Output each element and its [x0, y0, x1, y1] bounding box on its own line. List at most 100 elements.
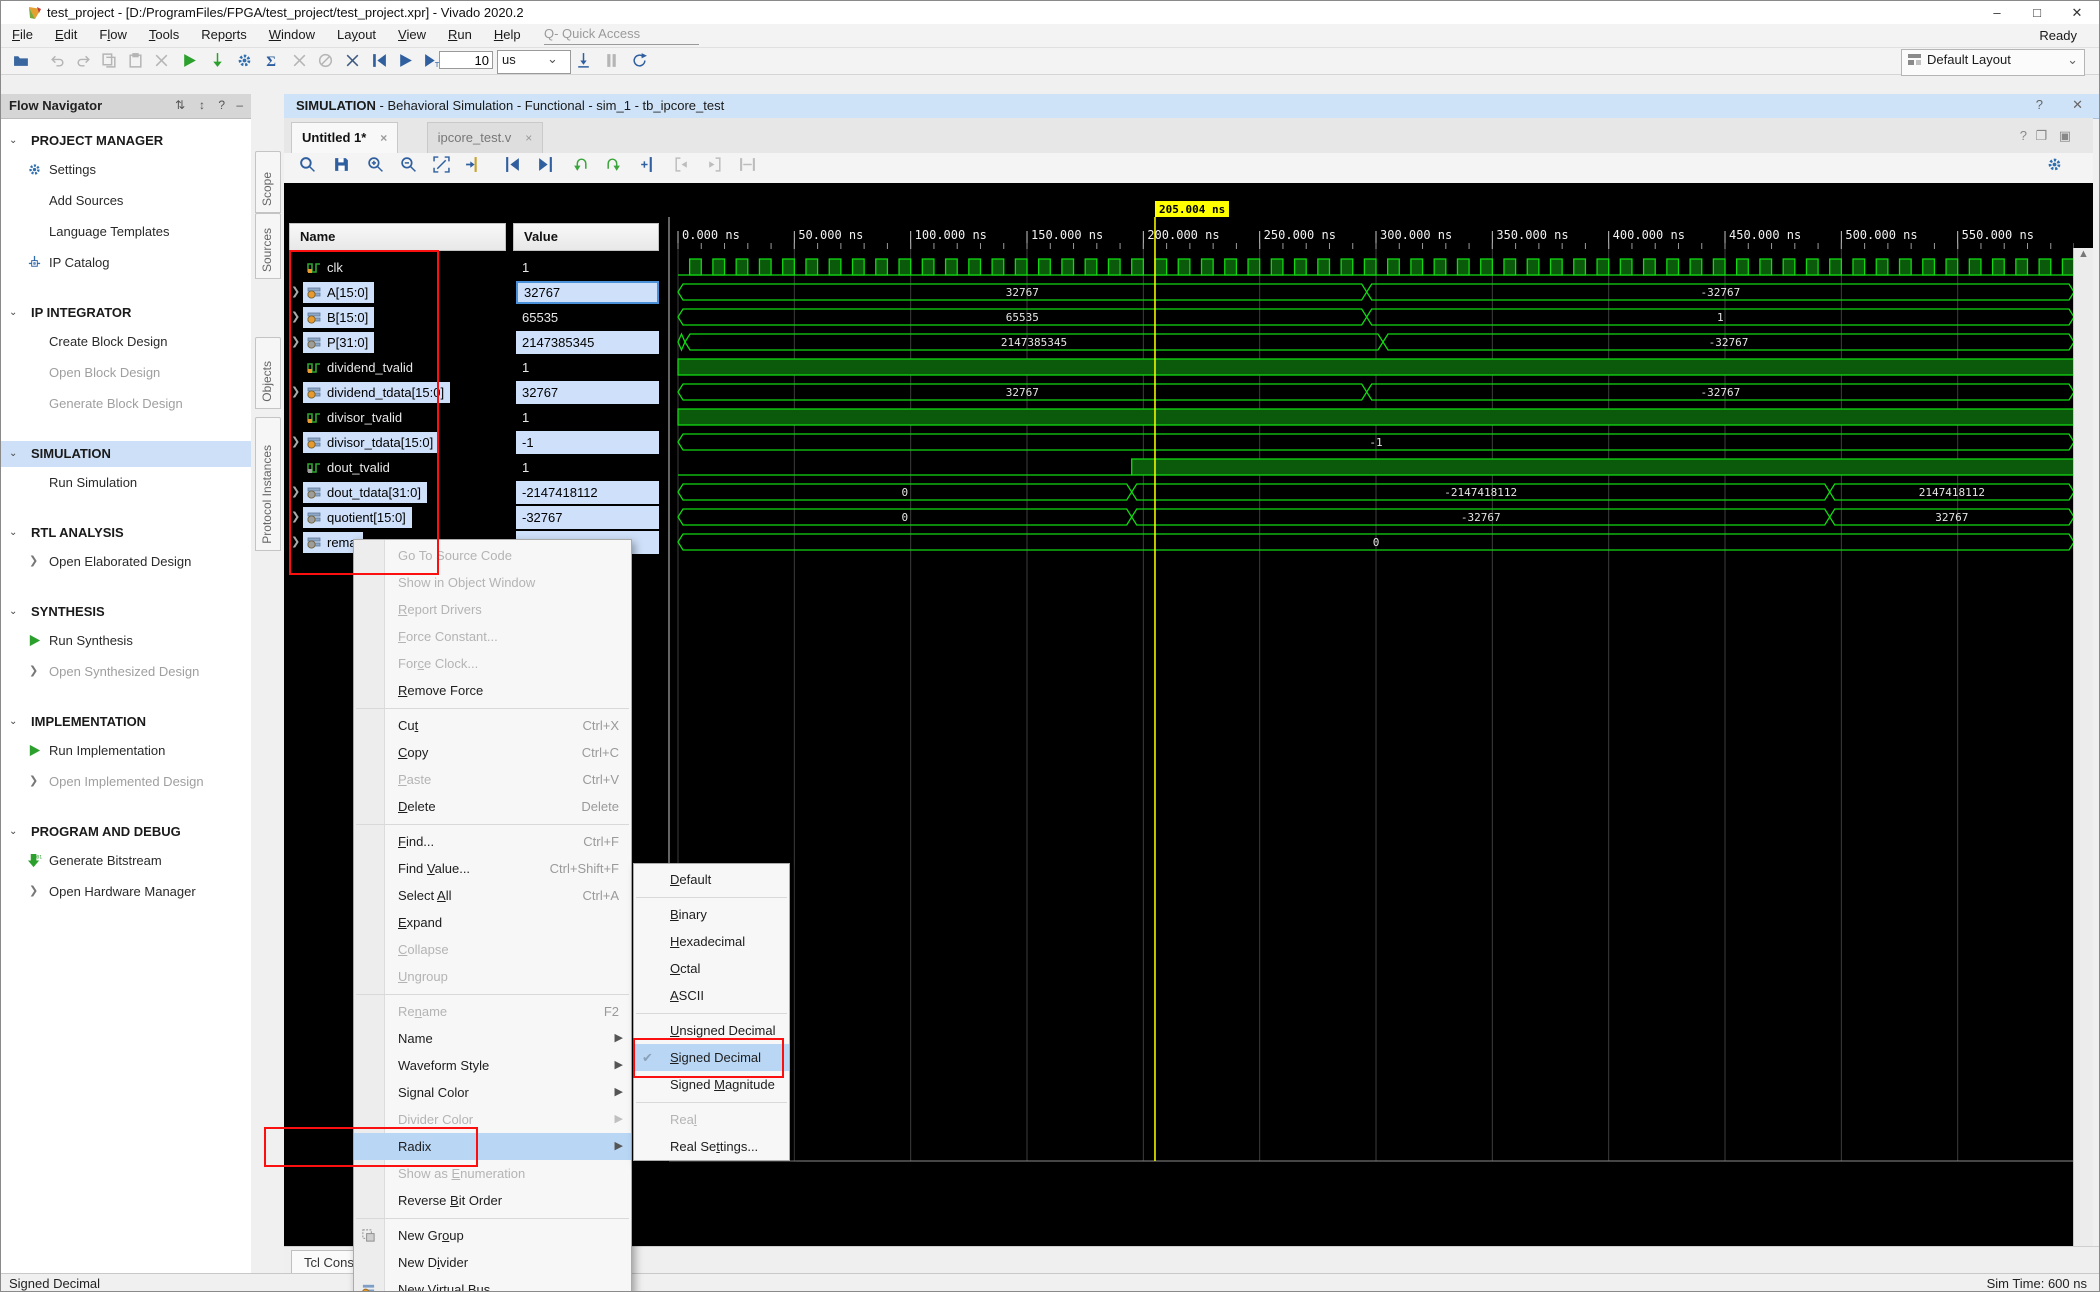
flow-item-ip-catalog[interactable]: IP Catalog	[1, 247, 251, 278]
signal-value[interactable]: 32767	[516, 281, 659, 304]
copy-button[interactable]	[97, 50, 121, 72]
signal-value[interactable]: 1	[516, 456, 659, 479]
signal-row-A-15-0-[interactable]: ❯A[15:0]	[289, 280, 506, 305]
menu-item-find-value-[interactable]: Find Value...Ctrl+Shift+F	[354, 855, 631, 882]
ban-button[interactable]	[313, 50, 337, 72]
menu-edit[interactable]: Edit	[44, 24, 88, 45]
settings-gear-button[interactable]	[232, 50, 256, 72]
zoom-in-button[interactable]	[362, 156, 388, 180]
side-tab-sources[interactable]: Sources	[255, 213, 281, 279]
expand-chevron-icon[interactable]: ❯	[291, 280, 300, 305]
radix-item-binary[interactable]: Binary	[634, 901, 789, 928]
menu-window[interactable]: Window	[258, 24, 326, 45]
expand-chevron-icon[interactable]: ❯	[291, 305, 300, 330]
minimize-button[interactable]: –	[1977, 3, 2017, 22]
quick-access-search[interactable]: Q- Quick Access	[544, 26, 699, 45]
layout-selector[interactable]: Default Layout ⌄	[1901, 49, 2085, 76]
menu-reports[interactable]: Reports	[190, 24, 258, 45]
flow-section-header[interactable]: ⌄SIMULATION	[1, 441, 251, 467]
signal-value[interactable]: 2147385345	[516, 331, 659, 354]
menu-item-reverse-bit-order[interactable]: Reverse Bit Order	[354, 1187, 631, 1214]
run-button[interactable]	[177, 50, 201, 72]
close-tab-icon[interactable]: ×	[380, 131, 387, 145]
swap-cursor-left-button[interactable]	[567, 156, 593, 180]
tab-ipcore-test-v[interactable]: ipcore_test.v×	[427, 122, 544, 153]
expand-chevron-icon[interactable]: ❯	[291, 505, 300, 530]
flow-item-generate-bitstream[interactable]: 01Generate Bitstream	[1, 845, 251, 876]
flow-item-open-synthesized-design[interactable]: ❯Open Synthesized Design	[1, 656, 251, 687]
signal-row-P-31-0-[interactable]: ❯P[31:0]	[289, 330, 506, 355]
flow-section-header[interactable]: ⌄RTL ANALYSIS	[1, 520, 251, 546]
flow-section-header[interactable]: ⌄IP INTEGRATOR	[1, 300, 251, 326]
menu-item-new-group[interactable]: New Group	[354, 1222, 631, 1249]
radix-item-octal[interactable]: Octal	[634, 955, 789, 982]
restart-sim-button[interactable]	[367, 50, 391, 72]
menu-item-radix[interactable]: Radix▶	[354, 1133, 631, 1160]
step-into-button[interactable]	[205, 50, 229, 72]
menu-item-select-all[interactable]: Select AllCtrl+A	[354, 882, 631, 909]
menu-help[interactable]: Help	[483, 24, 532, 45]
close-button[interactable]: ✕	[2057, 3, 2097, 22]
fit-markers-button[interactable]	[734, 156, 760, 180]
run-all-button[interactable]	[393, 50, 417, 72]
zoom-fit-button[interactable]	[428, 156, 454, 180]
signal-row-dout-tvalid[interactable]: dout_tvalid	[289, 455, 506, 480]
help-icon[interactable]: ?	[2036, 97, 2043, 112]
menu-item-new-divider[interactable]: New Divider	[354, 1249, 631, 1276]
flow-item-language-templates[interactable]: Language Templates	[1, 216, 251, 247]
flow-item-run-implementation[interactable]: Run Implementation	[1, 735, 251, 766]
signal-row-divisor-tdata-15-0-[interactable]: ❯divisor_tdata[15:0]	[289, 430, 506, 455]
radix-item-real-settings-[interactable]: Real Settings...	[634, 1133, 789, 1160]
collapse-all-icon[interactable]: ⇅	[175, 98, 185, 112]
sum-button[interactable]: Σ	[259, 50, 283, 72]
swap-cursor-right-button[interactable]	[600, 156, 626, 180]
open-folder-button[interactable]	[9, 50, 33, 72]
menu-view[interactable]: View	[387, 24, 437, 45]
flow-item-open-block-design[interactable]: Open Block Design	[1, 357, 251, 388]
flow-item-open-hardware-manager[interactable]: ❯Open Hardware Manager	[1, 876, 251, 907]
close-tab-icon[interactable]: ×	[525, 131, 532, 145]
expand-chevron-icon[interactable]: ❯	[291, 430, 300, 455]
signal-value[interactable]: 65535	[516, 306, 659, 329]
goto-start-button[interactable]	[668, 156, 694, 180]
zoom-out-button[interactable]	[395, 156, 421, 180]
signal-row-dividend-tvalid[interactable]: dividend_tvalid	[289, 355, 506, 380]
help-icon[interactable]: ?	[218, 98, 225, 112]
signal-value[interactable]: 32767	[516, 381, 659, 404]
flow-item-add-sources[interactable]: Add Sources	[1, 185, 251, 216]
menu-item-signal-color[interactable]: Signal Color▶	[354, 1079, 631, 1106]
next-transition-button[interactable]	[532, 156, 558, 180]
menu-tools[interactable]: Tools	[138, 24, 190, 45]
tab-untitled-1-[interactable]: Untitled 1*×	[291, 122, 398, 153]
goto-end-button[interactable]	[701, 156, 727, 180]
undo-button[interactable]	[45, 50, 69, 72]
flow-section-header[interactable]: ⌄PROGRAM AND DEBUG	[1, 819, 251, 845]
run-for-time-button[interactable]: T	[419, 50, 443, 72]
menu-item-expand[interactable]: Expand	[354, 909, 631, 936]
side-tab-protocol-instances[interactable]: Protocol Instances	[255, 417, 281, 551]
radix-item-signed-magnitude[interactable]: Signed Magnitude	[634, 1071, 789, 1098]
close-x-button[interactable]	[340, 50, 364, 72]
signal-row-dividend-tdata-15-0-[interactable]: ❯dividend_tdata[15:0]	[289, 380, 506, 405]
menu-layout[interactable]: Layout	[326, 24, 387, 45]
delete-button[interactable]	[149, 50, 173, 72]
signal-row-clk[interactable]: clk	[289, 255, 506, 280]
signal-row-dout-tdata-31-0-[interactable]: ❯dout_tdata[31:0]	[289, 480, 506, 505]
radix-item-signed-decimal[interactable]: ✔Signed Decimal	[634, 1044, 789, 1071]
paste-button[interactable]	[123, 50, 147, 72]
search-button[interactable]	[294, 156, 320, 180]
add-marker-button[interactable]	[633, 156, 659, 180]
relaunch-button[interactable]	[627, 50, 651, 72]
cancel-button[interactable]	[287, 50, 311, 72]
signal-row-quotient-15-0-[interactable]: ❯quotient[15:0]	[289, 505, 506, 530]
menu-item-remove-force[interactable]: Remove Force	[354, 677, 631, 704]
menu-item-name[interactable]: Name▶	[354, 1025, 631, 1052]
close-pane-icon[interactable]: ✕	[2072, 97, 2083, 113]
menu-run[interactable]: Run	[437, 24, 483, 45]
flow-item-create-block-design[interactable]: Create Block Design	[1, 326, 251, 357]
step-button-button[interactable]	[571, 50, 595, 72]
radix-item-hexadecimal[interactable]: Hexadecimal	[634, 928, 789, 955]
flow-item-run-simulation[interactable]: Run Simulation	[1, 467, 251, 498]
zoom-to-cursor-button[interactable]	[460, 156, 486, 180]
signal-value[interactable]: -2147418112	[516, 481, 659, 504]
